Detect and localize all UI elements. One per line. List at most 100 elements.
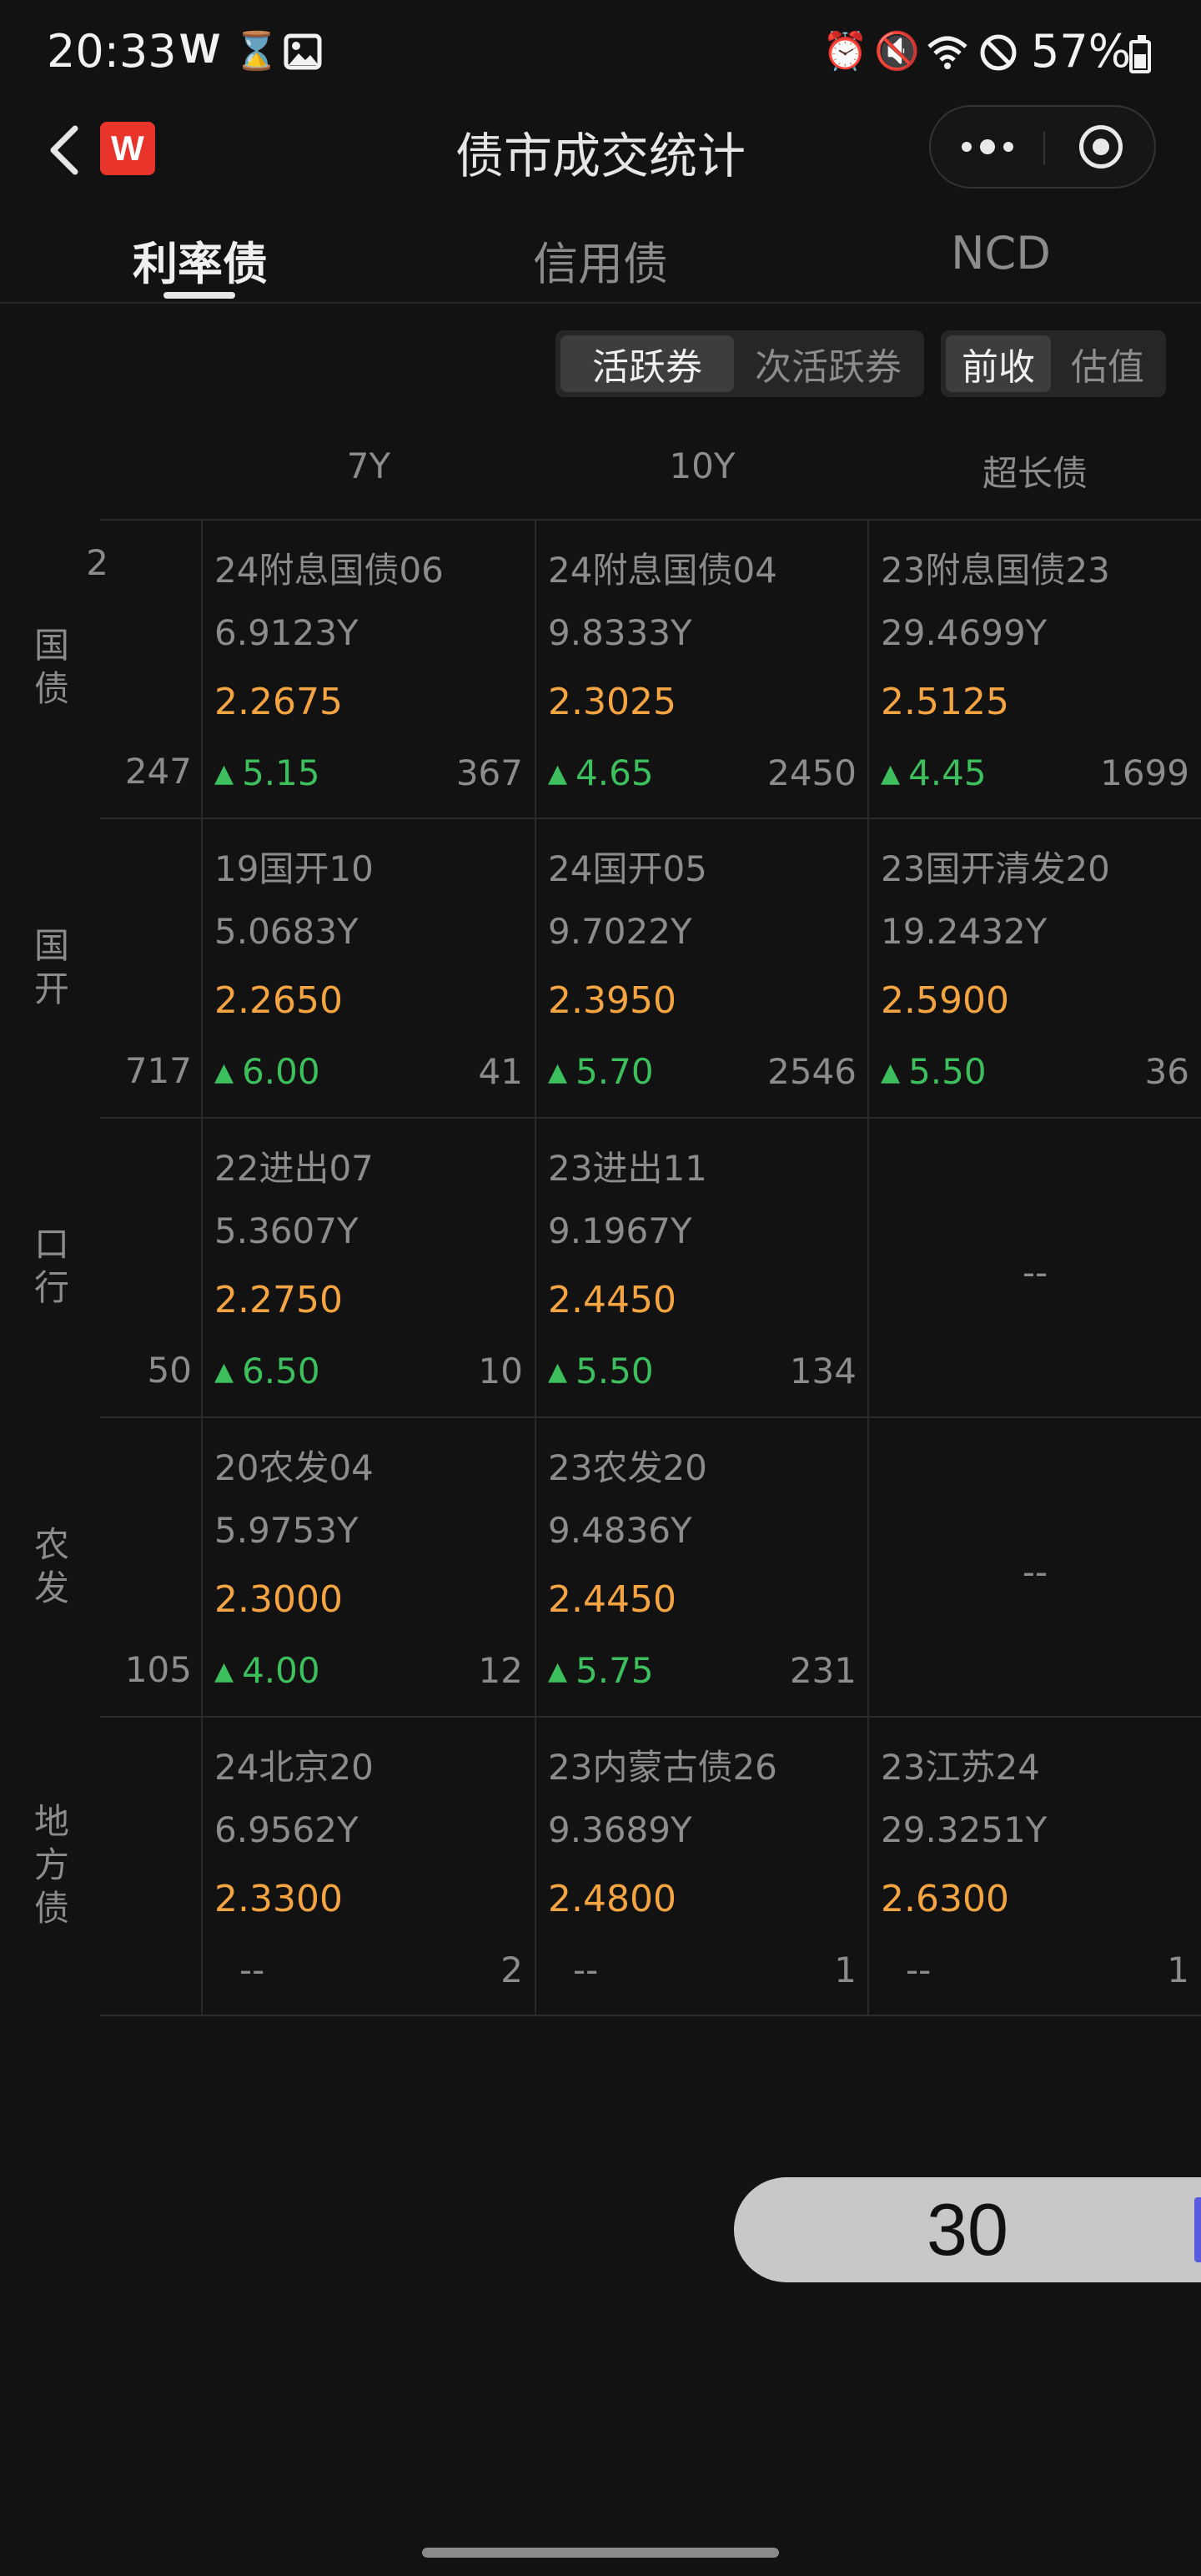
bond-term: 5.3607Y: [214, 1210, 359, 1251]
bond-cell[interactable]: 24附息国债04 9.8333Y 2.3025 ▲ 4.65 2450: [536, 521, 868, 819]
target-icon: [1078, 125, 1123, 169]
battery-percent: 57%: [1031, 25, 1132, 78]
partial-cell-volume: 717: [124, 1050, 192, 1091]
bond-yield: 2.6300: [881, 1878, 1009, 1920]
bond-cell[interactable]: 20农发04 5.9753Y 2.3000 ▲ 4.00 12: [203, 1418, 535, 1717]
bond-yield: 2.2750: [214, 1279, 343, 1321]
bond-yield: 2.4800: [548, 1878, 676, 1920]
segment-second-active-bonds[interactable]: 次活跃券: [737, 335, 919, 392]
bond-yield: 2.3000: [214, 1578, 343, 1621]
bond-yield: 2.3950: [548, 979, 676, 1022]
bond-term: 9.3689Y: [548, 1809, 692, 1850]
mute-icon: 🔇: [874, 30, 920, 73]
partial-cell-volume: 50: [147, 1350, 192, 1391]
bond-name: 20农发04: [214, 1447, 374, 1488]
bond-cell[interactable]: 23进出11 9.1967Y 2.4450 ▲ 5.50 134: [536, 1119, 868, 1417]
image-icon: [284, 33, 322, 77]
up-triangle-icon: ▲: [214, 1058, 234, 1087]
bond-change: ▲ 6.50: [214, 1351, 320, 1391]
bond-term: 6.9562Y: [214, 1809, 359, 1850]
bond-volume: 12: [478, 1650, 523, 1691]
bond-cell[interactable]: 23国开清发20 19.2432Y 2.5900 ▲ 5.50 36: [869, 819, 1201, 1118]
bond-cell[interactable]: 23附息国债23 29.4699Y 2.5125 ▲ 4.45 1699: [869, 521, 1201, 819]
bond-volume: 36: [1144, 1051, 1189, 1092]
status-bar: 20:33 W ⌛ ⏰ 🔇 57%: [0, 0, 1201, 108]
bond-activity-toggle: 活跃券 次活跃券: [555, 330, 924, 397]
bond-change: ▲ 5.70: [548, 1051, 654, 1092]
bond-yield: 2.2675: [214, 681, 343, 723]
status-time: 20:33: [47, 25, 177, 78]
bond-change: ▲ 5.50: [548, 1351, 654, 1391]
partial-cell-volume: 247: [124, 751, 192, 792]
up-triangle-icon: ▲: [214, 1357, 234, 1386]
bond-volume: 367: [455, 752, 523, 793]
bond-volume: 231: [789, 1650, 857, 1691]
partial-cell-volume: 105: [124, 1649, 192, 1690]
bond-name: 23农发20: [548, 1447, 707, 1488]
bond-name: 24国开05: [548, 848, 707, 889]
row-label-local-gov: 地方债: [33, 1801, 69, 1929]
bond-yield: 2.5900: [881, 979, 1009, 1022]
bond-volume: 1699: [1100, 752, 1189, 793]
bond-volume: 41: [478, 1051, 523, 1092]
bond-cell[interactable]: 23农发20 9.4836Y 2.4450 ▲ 5.75 231: [536, 1418, 868, 1717]
bond-cell[interactable]: 24北京20 6.9562Y 2.3300 -- 2: [203, 1718, 535, 2016]
up-triangle-icon: ▲: [548, 1058, 568, 1087]
row-label-adbc: 农发: [33, 1524, 69, 1608]
bond-cell[interactable]: 19国开10 5.0683Y 2.2650 ▲ 6.00 41: [203, 819, 535, 1118]
bond-term: 9.1967Y: [548, 1210, 692, 1251]
bond-yield: 2.4450: [548, 1279, 676, 1321]
segment-valuation[interactable]: 估值: [1054, 335, 1161, 392]
up-triangle-icon: ▲: [214, 1657, 234, 1686]
bond-yield: 2.4450: [548, 1578, 676, 1621]
bond-yield: 2.5125: [881, 681, 1009, 723]
bond-name: 23江苏24: [881, 1747, 1040, 1788]
partial-cell-value: 2: [86, 542, 108, 583]
bond-name: 22进出07: [214, 1148, 374, 1189]
segment-active-bonds[interactable]: 活跃券: [560, 335, 734, 392]
bond-change: ▲ 5.50: [881, 1051, 987, 1092]
bond-name: 23内蒙古债26: [548, 1747, 777, 1788]
bond-term: 19.2432Y: [881, 911, 1048, 952]
up-triangle-icon: ▲: [214, 759, 234, 788]
up-triangle-icon: ▲: [881, 759, 901, 788]
alarm-icon: ⏰: [822, 30, 868, 73]
bond-name: 19国开10: [214, 848, 374, 889]
bond-volume: 2: [500, 1950, 523, 1990]
bond-change: ▲ 4.65: [548, 752, 654, 793]
no-data-placeholder: --: [1022, 1252, 1048, 1293]
bond-name: 24附息国债04: [548, 550, 777, 591]
bond-term: 5.9753Y: [214, 1510, 359, 1551]
bond-cell[interactable]: 22进出07 5.3607Y 2.2750 ▲ 6.50 10: [203, 1119, 535, 1417]
bond-volume: 1: [1167, 1950, 1189, 1990]
column-header-10y: 10Y: [669, 445, 736, 486]
bond-cell[interactable]: 24附息国债06 6.9123Y 2.2675 ▲ 5.15 367: [203, 521, 535, 819]
bond-name: 24北京20: [214, 1747, 374, 1788]
bond-term: 9.4836Y: [548, 1510, 692, 1551]
bond-cell[interactable]: 23江苏24 29.3251Y 2.6300 -- 1: [869, 1718, 1201, 2016]
bond-term: 9.8333Y: [548, 612, 692, 653]
price-mode-toggle: 前收 估值: [941, 330, 1166, 397]
bond-cell[interactable]: 23内蒙古债26 9.3689Y 2.4800 -- 1: [536, 1718, 868, 2016]
bond-change: ▲ 4.00: [214, 1650, 320, 1691]
bond-cell[interactable]: 24国开05 9.7022Y 2.3950 ▲ 5.70 2546: [536, 819, 868, 1118]
empty-cell: --: [869, 1119, 1201, 1417]
home-indicator[interactable]: [422, 2548, 779, 2558]
tab-underline: [163, 292, 235, 299]
tab-rate-bonds[interactable]: 利率债: [117, 227, 284, 293]
bond-name: 24附息国债06: [214, 550, 444, 591]
close-button[interactable]: [1045, 107, 1156, 187]
tab-credit-bonds[interactable]: 信用债: [517, 227, 684, 293]
bond-change: --: [573, 1950, 599, 1990]
bond-change: ▲ 6.00: [214, 1051, 320, 1092]
bond-volume: 1: [834, 1950, 857, 1990]
up-triangle-icon: ▲: [881, 1058, 901, 1087]
segment-prev-close[interactable]: 前收: [946, 335, 1051, 392]
more-icon: [962, 142, 972, 152]
tab-ncd[interactable]: NCD: [917, 227, 1084, 279]
empty-cell: --: [869, 1418, 1201, 1717]
up-triangle-icon: ▲: [548, 1657, 568, 1686]
more-button[interactable]: [931, 107, 1044, 187]
page-number: 30: [927, 2188, 1008, 2271]
page-number-badge[interactable]: 30: [734, 2177, 1201, 2282]
